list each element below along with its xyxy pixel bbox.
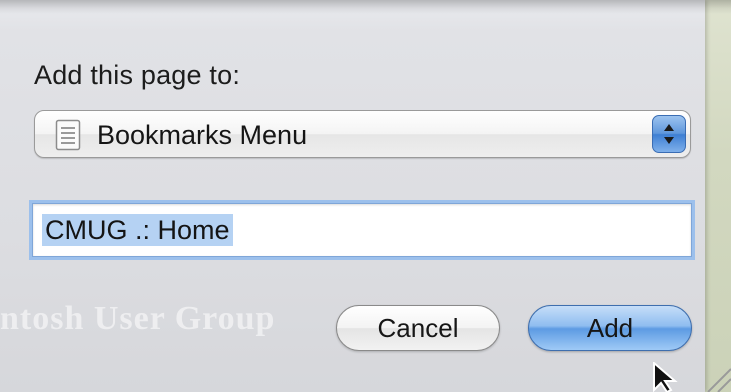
bookmark-name-input[interactable]: CMUG .: Home <box>32 203 692 257</box>
add-page-to-label: Add this page to: <box>34 60 241 90</box>
resize-grip-icon[interactable] <box>700 362 731 392</box>
window-top-shadow <box>0 0 731 14</box>
add-button[interactable]: Add <box>528 305 692 351</box>
bookmark-folder-popup[interactable]: Bookmarks Menu <box>34 110 691 158</box>
bookmark-name-value: CMUG .: Home <box>42 214 233 246</box>
mouse-pointer-icon <box>653 362 678 392</box>
bookmarks-menu-icon <box>55 119 81 151</box>
bookmark-folder-value: Bookmarks Menu <box>97 120 308 150</box>
cancel-button[interactable]: Cancel <box>336 305 500 351</box>
background-watermark-text: ntosh User Group <box>0 300 276 337</box>
popup-arrows-icon[interactable] <box>652 115 686 153</box>
add-bookmark-sheet: ntosh User Group Add this page to: Bookm… <box>0 0 705 392</box>
